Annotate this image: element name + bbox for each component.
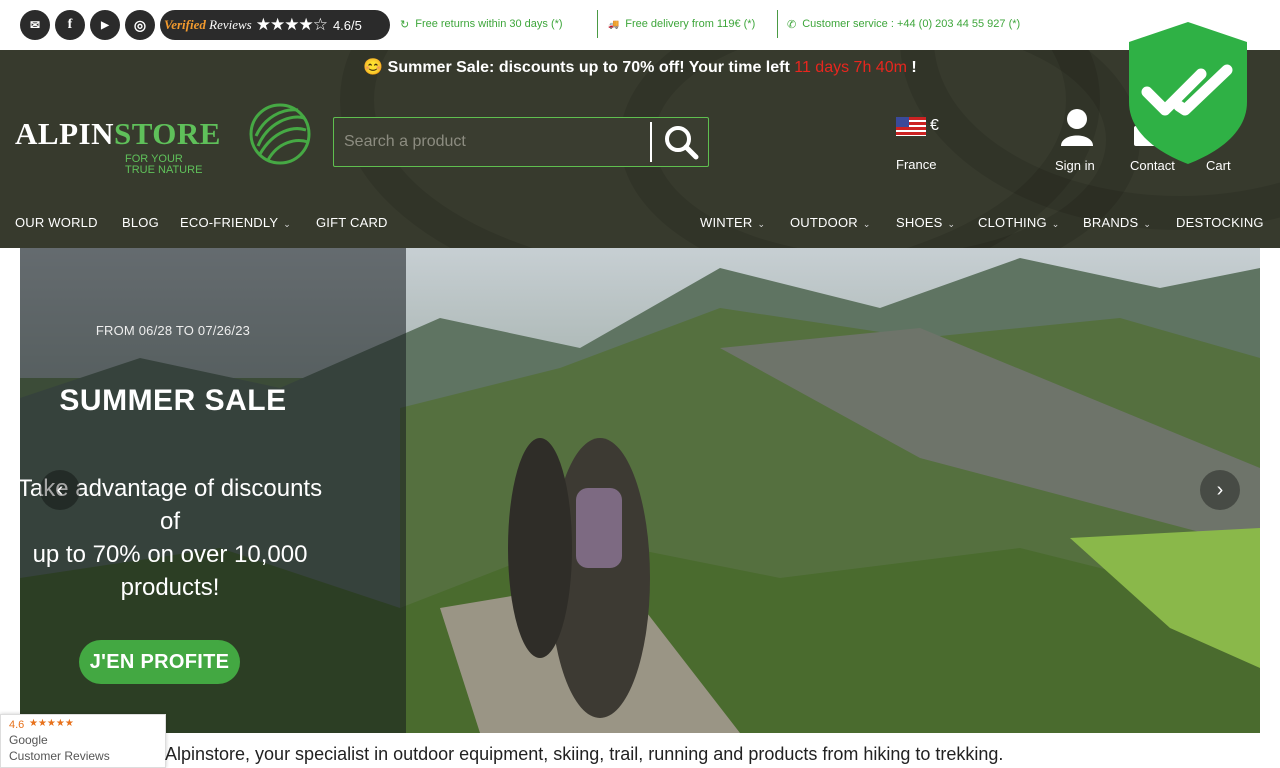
chevron-down-icon: ⌄ <box>1051 219 1060 229</box>
nav-our-world[interactable]: OUR WORLD <box>15 215 98 230</box>
hero-slider: FROM 06/28 TO 07/26/23 SUMMER SALE Take … <box>20 248 1260 733</box>
return-icon: ↻ <box>400 18 410 31</box>
google-logo: Google <box>9 733 48 747</box>
search-icon <box>664 126 698 160</box>
top-bar: ✉ f ▶ ◎ Verified Reviews ★★★★☆ 4.6/5 ↻ F… <box>0 0 1280 50</box>
customer-service-info[interactable]: ✆ Customer service : +44 (0) 203 44 55 9… <box>787 14 1020 34</box>
free-delivery-info[interactable]: 🚚 Free delivery from 119€ (*) <box>608 14 755 34</box>
smile-icon: 😊 <box>363 59 384 76</box>
nav-gift-card[interactable]: GIFT CARD <box>316 215 388 230</box>
google-rating: 4.6 <box>9 719 25 731</box>
nav-brands[interactable]: BRANDS ⌄ <box>1083 215 1151 230</box>
chevron-down-icon: ⌄ <box>283 219 291 229</box>
truck-icon: 🚚 <box>608 18 620 29</box>
email-icon[interactable]: ✉ <box>20 10 50 40</box>
chevron-left-icon: ‹ <box>56 478 64 501</box>
slider-next-button[interactable]: › <box>1200 470 1240 510</box>
promo-timer: 11 days 7h 40m <box>794 59 907 76</box>
chevron-down-icon: ⌄ <box>862 219 871 229</box>
cta-button[interactable]: J'EN PROFITE <box>79 640 240 684</box>
alpinstore-logo[interactable]: ALPINSTORE FOR YOUR TRUE NATURE <box>15 103 315 186</box>
user-icon <box>1061 109 1093 146</box>
promo-banner: 😊 Summer Sale: discounts up to 70% off! … <box>363 59 917 76</box>
nav-shoes[interactable]: SHOES ⌄ <box>896 215 955 230</box>
divider <box>777 10 778 38</box>
country-label: France <box>896 157 937 172</box>
phone-icon: ✆ <box>787 18 797 31</box>
google-label: Customer Reviews <box>9 749 110 763</box>
main-navigation: OUR WORLD BLOG ECO-FRIENDLY ⌄ GIFT CARD W… <box>0 215 1280 239</box>
verified-reviews-logo: Verified Reviews <box>164 17 252 32</box>
chevron-right-icon: › <box>1216 478 1224 501</box>
logo-tagline: FOR YOUR TRUE NATURE <box>125 153 203 176</box>
search-box <box>333 117 709 167</box>
divider <box>597 10 598 38</box>
currency-label: € <box>930 117 939 134</box>
nav-destocking[interactable]: DESTOCKING <box>1176 215 1264 230</box>
free-returns-info[interactable]: ↻ Free returns within 30 days (*) <box>400 14 563 34</box>
chevron-down-icon: ⌄ <box>947 219 956 229</box>
facebook-icon[interactable]: f <box>55 10 85 40</box>
nav-blog[interactable]: BLOG <box>122 215 159 230</box>
chevron-down-icon: ⌄ <box>1143 219 1152 229</box>
verified-reviews-badge[interactable]: Verified Reviews ★★★★☆ 4.6/5 <box>160 10 390 40</box>
promo-text: Summer Sale: discounts up to 70% off! Yo… <box>387 59 790 76</box>
sale-dates: FROM 06/28 TO 07/26/23 <box>95 323 251 338</box>
nav-outdoor[interactable]: OUTDOOR ⌄ <box>790 215 871 230</box>
nav-eco-friendly[interactable]: ECO-FRIENDLY ⌄ <box>180 215 291 230</box>
nav-winter[interactable]: WINTER ⌄ <box>700 215 765 230</box>
slider-prev-button[interactable]: ‹ <box>40 470 80 510</box>
youtube-icon[interactable]: ▶ <box>90 10 120 40</box>
chevron-down-icon: ⌄ <box>757 219 766 229</box>
intro-text: Alpinstore, your specialist in outdoor e… <box>165 744 1004 764</box>
search-button[interactable] <box>652 118 709 166</box>
us-flag-icon <box>896 117 926 136</box>
nav-clothing[interactable]: CLOTHING ⌄ <box>978 215 1060 230</box>
google-stars: ★★★★★ <box>29 718 74 729</box>
search-input[interactable] <box>334 118 650 166</box>
leaf-logo-icon <box>249 103 311 165</box>
sign-in-label: Sign in <box>1055 158 1095 173</box>
rating-value: 4.6/5 <box>332 17 362 33</box>
instagram-icon[interactable]: ◎ <box>125 10 155 40</box>
hero-title: SUMMER SALE <box>59 384 287 417</box>
site-header: 😊 Summer Sale: discounts up to 70% off! … <box>0 50 1280 248</box>
google-reviews-badge[interactable]: 4.6 ★★★★★ Google Customer Reviews <box>0 714 166 768</box>
trust-shield-icon[interactable] <box>1127 20 1249 166</box>
rating-stars: ★★★★☆ <box>255 15 328 34</box>
